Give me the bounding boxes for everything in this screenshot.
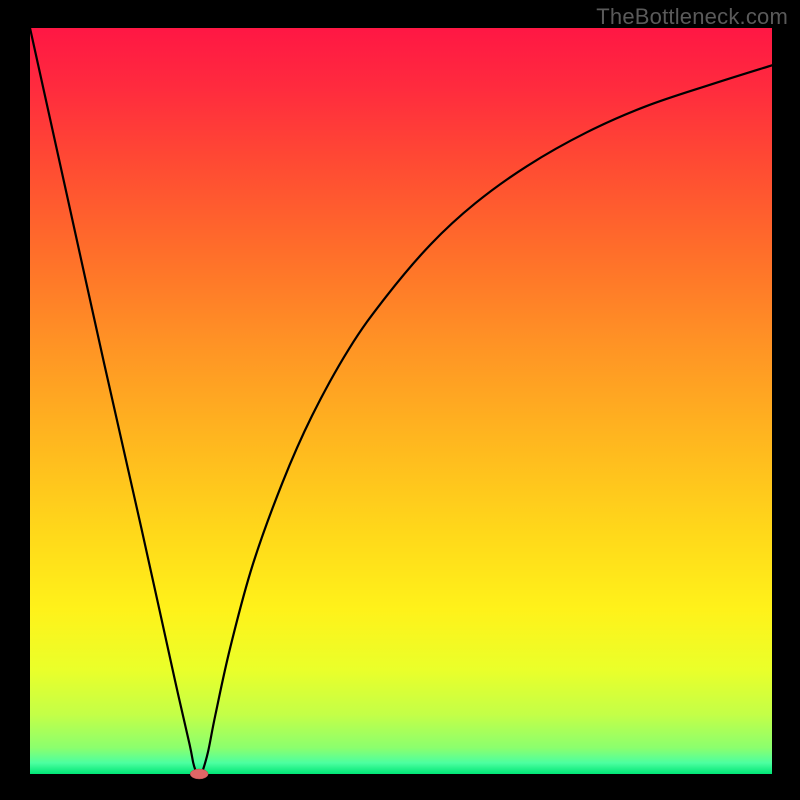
gradient-background [30,28,772,774]
chart-stage: TheBottleneck.com [0,0,800,800]
watermark-text: TheBottleneck.com [596,4,788,30]
chart-svg [0,0,800,800]
bottom-marker [190,769,208,779]
